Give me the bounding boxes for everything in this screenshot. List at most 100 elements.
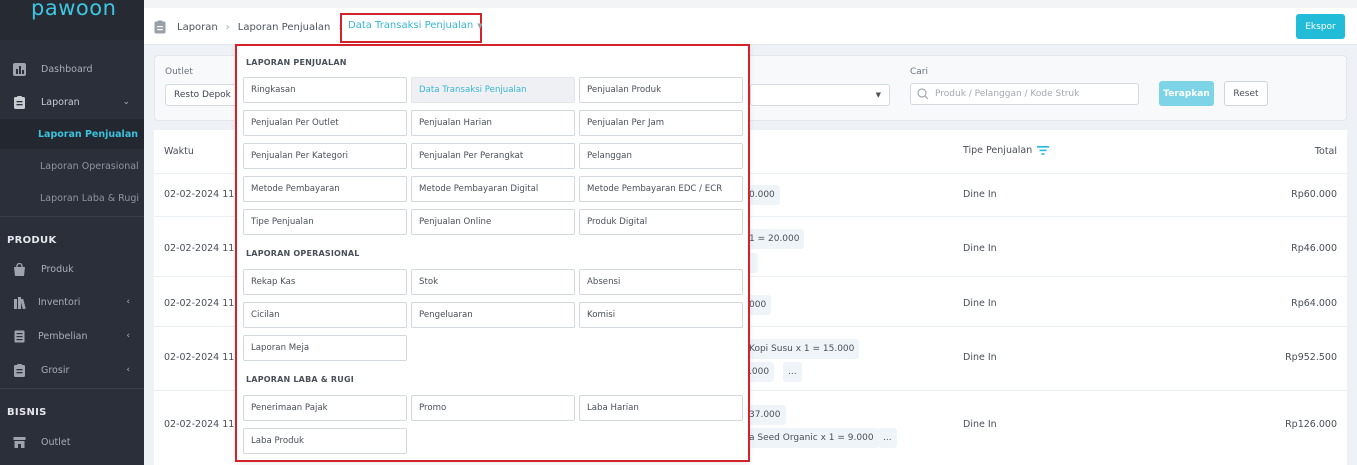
- menu-item-penjualan-produk[interactable]: Penjualan Produk: [579, 77, 743, 103]
- sidebar-item-label: Laporan: [41, 96, 80, 108]
- sidebar-item-label: Inventori: [38, 296, 81, 308]
- sidebar-item-produk[interactable]: Produk: [0, 254, 144, 284]
- books-icon: [14, 296, 26, 309]
- more-chip[interactable]: ...: [878, 428, 897, 448]
- menu-item-laba-harian[interactable]: Laba Harian: [579, 395, 743, 421]
- menu-item-ringkasan[interactable]: Ringkasan: [243, 77, 407, 103]
- sidebar-item-dashboard[interactable]: Dashboard: [0, 54, 144, 84]
- sidebar-subitem-laporan-laba-rugi[interactable]: Laporan Laba & Rugi: [0, 183, 144, 213]
- sidebar-item-label: Dashboard: [41, 63, 93, 75]
- sidebar-item-outlet[interactable]: Outlet: [0, 427, 144, 457]
- sidebar-item-grosir[interactable]: Grosir ‹: [0, 355, 144, 385]
- sidebar-section-bisnis: BISNIS: [7, 407, 47, 418]
- sidebar-item-laporan[interactable]: Laporan ⌄: [0, 87, 144, 117]
- menu-item-rekap-kas[interactable]: Rekap Kas: [243, 269, 407, 295]
- sidebar-item-label: Produk: [41, 263, 74, 275]
- product-chip: Kopi Susu x 1 = 15.000: [744, 339, 860, 359]
- menu-item-penerimaan-pajak[interactable]: Penerimaan Pajak: [243, 395, 407, 421]
- more-chip[interactable]: ...: [783, 362, 802, 382]
- breadcrumb-dropdown-toggle[interactable]: Data Transaksi Penjualan ▼: [348, 20, 483, 31]
- menu-section-penjualan: LAPORAN PENJUALAN: [246, 58, 347, 67]
- sidebar-subitem-label: Laporan Laba & Rugi: [40, 192, 140, 204]
- menu-item-pelanggan[interactable]: Pelanggan: [579, 143, 743, 169]
- menu-item-metode-pembayaran-digital[interactable]: Metode Pembayaran Digital: [411, 176, 575, 202]
- sidebar-subitem-label: Laporan Operasional: [40, 160, 139, 172]
- row-total: Rp952.500: [1285, 352, 1337, 363]
- product-chip: 1 = 20.000: [744, 229, 805, 249]
- product-chip: a Seed Organic x 1 = 9.000: [744, 428, 879, 448]
- row-time: 02-02-2024 11:: [164, 419, 238, 430]
- sidebar-item-label: Pembelian: [38, 330, 88, 342]
- row-total: Rp60.000: [1291, 189, 1337, 200]
- sidebar-subitem-laporan-penjualan[interactable]: Laporan Penjualan: [0, 119, 144, 149]
- menu-item-promo[interactable]: Promo: [411, 395, 575, 421]
- pawoon-logo[interactable]: pawoon: [31, 0, 116, 20]
- chevron-right-icon: ›: [225, 21, 230, 33]
- chevron-left-icon: ‹: [126, 365, 130, 375]
- row-time: 02-02-2024 11:: [164, 298, 238, 309]
- breadcrumb: Laporan › Laporan Penjualan ›: [154, 20, 350, 34]
- menu-item-cicilan[interactable]: Cicilan: [243, 302, 407, 328]
- sidebar-subitem-laporan-operasional[interactable]: Laporan Operasional: [0, 151, 144, 181]
- outlet-select-value: Resto Depok: [174, 90, 231, 100]
- breadcrumb-item-laporan[interactable]: Laporan: [177, 22, 218, 33]
- clipboard-icon: [14, 95, 25, 109]
- row-time: 02-02-2024 11:: [164, 243, 238, 254]
- menu-item-produk-digital[interactable]: Produk Digital: [579, 209, 743, 235]
- row-type: Dine In: [963, 189, 997, 200]
- menu-item-penjualan-harian[interactable]: Penjualan Harian: [411, 110, 575, 136]
- row-type: Dine In: [963, 352, 997, 363]
- breadcrumb-item-laporan-penjualan[interactable]: Laporan Penjualan: [238, 22, 331, 33]
- menu-item-data-transaksi-penjualan[interactable]: Data Transaksi Penjualan: [411, 77, 575, 103]
- menu-item-laba-produk[interactable]: Laba Produk: [243, 428, 407, 454]
- store-icon: [13, 436, 26, 448]
- sidebar-item-pembelian[interactable]: Pembelian ‹: [0, 321, 144, 351]
- sidebar-item-label: Outlet: [41, 436, 71, 448]
- menu-item-pengeluaran[interactable]: Pengeluaran: [411, 302, 575, 328]
- reset-button[interactable]: Reset: [1224, 81, 1268, 106]
- search-input[interactable]: Produk / Pelanggan / Kode Struk: [910, 83, 1139, 105]
- chevron-left-icon: ‹: [126, 297, 130, 307]
- sidebar: pawoon Dashboard Laporan ⌄ Laporan Penju…: [0, 0, 144, 465]
- clipboard-icon: [14, 363, 25, 377]
- menu-item-penjualan-per-outlet[interactable]: Penjualan Per Outlet: [243, 110, 407, 136]
- row-time: 02-02-2024 11:: [164, 352, 238, 363]
- sidebar-divider: [0, 388, 144, 389]
- search-icon: [917, 88, 929, 100]
- row-time: 02-02-2024 11:: [164, 189, 238, 200]
- apply-button[interactable]: Terapkan: [1159, 81, 1214, 106]
- document-icon: [14, 330, 25, 342]
- menu-item-metode-pembayaran-edc-ecr[interactable]: Metode Pembayaran EDC / ECR: [579, 176, 743, 202]
- menu-item-penjualan-online[interactable]: Penjualan Online: [411, 209, 575, 235]
- row-total: Rp64.000: [1291, 298, 1337, 309]
- row-total: Rp46.000: [1291, 243, 1337, 254]
- clipboard-icon: [154, 20, 166, 34]
- sidebar-divider: [0, 216, 144, 217]
- chevron-left-icon: ‹: [126, 331, 130, 341]
- sidebar-item-inventori[interactable]: Inventori ‹: [0, 287, 144, 317]
- sidebar-section-produk: PRODUK: [7, 235, 57, 246]
- menu-item-penjualan-per-perangkat[interactable]: Penjualan Per Perangkat: [411, 143, 575, 169]
- menu-item-tipe-penjualan[interactable]: Tipe Penjualan: [243, 209, 407, 235]
- menu-item-komisi[interactable]: Komisi: [579, 302, 743, 328]
- export-button[interactable]: Ekspor: [1296, 14, 1345, 39]
- menu-section-operasional: LAPORAN OPERASIONAL: [246, 249, 360, 258]
- menu-item-metode-pembayaran[interactable]: Metode Pembayaran: [243, 176, 407, 202]
- menu-item-laporan-meja[interactable]: Laporan Meja: [243, 335, 407, 361]
- filter-select[interactable]: ▼: [750, 84, 890, 106]
- menu-item-stok[interactable]: Stok: [411, 269, 575, 295]
- column-header-waktu[interactable]: Waktu: [164, 146, 194, 157]
- column-header-label: Tipe Penjualan: [963, 145, 1033, 156]
- caret-down-icon: ▼: [477, 22, 483, 30]
- menu-item-absensi[interactable]: Absensi: [579, 269, 743, 295]
- menu-item-penjualan-per-kategori[interactable]: Penjualan Per Kategori: [243, 143, 407, 169]
- column-header-total[interactable]: Total: [1315, 146, 1337, 157]
- sidebar-item-label: Grosir: [41, 364, 70, 376]
- column-header-tipe[interactable]: Tipe Penjualan: [963, 145, 1050, 156]
- filter-icon[interactable]: [1037, 146, 1050, 155]
- menu-item-penjualan-per-jam[interactable]: Penjualan Per Jam: [579, 110, 743, 136]
- report-menu-dropdown: LAPORAN PENJUALAN Ringkasan Data Transak…: [235, 44, 750, 462]
- bag-icon: [14, 262, 25, 276]
- product-chip: 37.000: [744, 405, 786, 425]
- outlet-label: Outlet: [165, 67, 193, 77]
